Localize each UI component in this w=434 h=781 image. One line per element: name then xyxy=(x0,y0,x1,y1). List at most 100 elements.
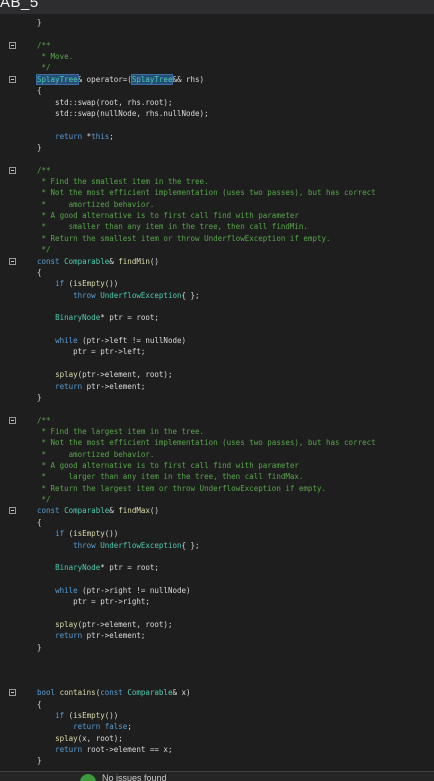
code-token: return xyxy=(55,631,83,641)
code-token: */ xyxy=(37,63,51,73)
code-token: { xyxy=(37,86,42,96)
code-token: } xyxy=(37,18,42,27)
code-token: { }; xyxy=(181,540,200,550)
code-line: */ xyxy=(37,62,51,73)
code-line: if (isEmpty()) xyxy=(37,710,118,721)
code-token: * xyxy=(82,131,92,141)
code-token: * Find the smallest item in the tree. xyxy=(37,177,209,187)
code-token: * Find the largest item in the tree. xyxy=(37,426,205,436)
code-token: throw xyxy=(73,290,96,300)
code-token: && rhs) xyxy=(172,74,205,84)
code-token: Comparable xyxy=(64,256,110,266)
status-ok-icon xyxy=(80,774,96,781)
code-line: * Not the most efficient implementation … xyxy=(37,187,376,198)
code-line: ptr = ptr->left; xyxy=(37,346,145,357)
code-token: ptr->element; xyxy=(82,381,146,391)
code-token: findMax xyxy=(118,506,150,516)
code-token: */ xyxy=(37,495,51,505)
code-token: * ptr = root; xyxy=(100,563,159,573)
code-line: } xyxy=(37,642,42,653)
code-line: * amortized behavior. xyxy=(37,449,155,460)
fold-toggle-icon[interactable] xyxy=(9,507,16,515)
code-token: return xyxy=(55,381,83,391)
code-token: std::swap(root, rhs.root); xyxy=(37,97,173,107)
code-token: ( xyxy=(64,529,74,539)
code-line: const Comparable& findMax() xyxy=(37,505,159,516)
code-line: throw UnderflowException{ }; xyxy=(37,290,200,301)
fold-toggle-icon[interactable] xyxy=(9,257,16,265)
code-line: return false; xyxy=(37,721,132,732)
code-token: UnderflowException xyxy=(100,290,182,300)
code-token: BinaryNode xyxy=(55,563,101,573)
code-line: throw UnderflowException{ }; xyxy=(37,540,200,551)
code-line: * smaller than any item in the tree, the… xyxy=(37,221,308,232)
code-token: ptr = ptr->right; xyxy=(37,597,150,607)
code-line: return *this; xyxy=(37,131,114,142)
code-line: * Return the largest item or throw Under… xyxy=(37,483,326,494)
fold-toggle-icon[interactable] xyxy=(9,166,16,174)
code-line: while (ptr->right != nullNode) xyxy=(37,585,190,596)
code-token: splay xyxy=(55,370,78,380)
code-line: std::swap(nullNode, rhs.nullNode); xyxy=(37,108,209,119)
code-token: * A good alternative is to first call fi… xyxy=(37,211,299,221)
code-token: (x, root); xyxy=(77,733,123,743)
code-line: while (ptr->left != nullNode) xyxy=(37,335,186,346)
code-editor[interactable]: }/** * Move. */SplayTree& operator=(Spla… xyxy=(0,14,434,771)
code-token: * A good alternative is to first call fi… xyxy=(37,461,299,471)
code-token: ()) xyxy=(104,529,119,539)
code-token: splay xyxy=(55,733,78,743)
code-token: { }; xyxy=(181,290,200,300)
code-token: & xyxy=(109,506,119,516)
code-line: const Comparable& findMin() xyxy=(37,256,159,267)
fold-toggle-icon[interactable] xyxy=(9,75,16,83)
code-token: () xyxy=(149,256,159,266)
code-token: } xyxy=(37,142,42,152)
fold-toggle-icon[interactable] xyxy=(9,689,16,697)
code-token: return xyxy=(55,131,83,141)
code-line: { xyxy=(37,85,42,96)
status-bar: No issues found xyxy=(0,771,434,781)
code-token: */ xyxy=(37,245,51,255)
code-token: if xyxy=(55,279,65,289)
code-token: ( xyxy=(64,710,74,720)
code-line: } xyxy=(37,142,42,153)
window-title: AB_5 xyxy=(0,0,39,11)
code-token: ( xyxy=(64,279,74,289)
code-token: this xyxy=(91,131,110,141)
code-token: const xyxy=(100,688,123,698)
code-token: BinaryNode xyxy=(55,313,101,323)
code-line: return ptr->element; xyxy=(37,381,145,392)
code-token: return xyxy=(55,745,83,755)
code-token: ; xyxy=(109,131,114,141)
code-token: (ptr->left != nullNode) xyxy=(77,336,187,346)
code-token: while xyxy=(55,336,78,346)
fold-toggle-icon[interactable] xyxy=(9,41,16,49)
code-line: */ xyxy=(37,494,51,505)
code-line: } xyxy=(37,755,42,766)
code-token: & operator=( xyxy=(77,74,132,84)
code-token: return xyxy=(73,722,101,732)
code-line: * larger than any item in the tree, then… xyxy=(37,471,304,482)
code-line: * Find the smallest item in the tree. xyxy=(37,176,209,187)
code-token: /** xyxy=(37,40,51,50)
code-line: * amortized behavior. xyxy=(37,199,155,210)
code-token: { xyxy=(37,517,42,527)
code-token: * Not the most efficient implementation … xyxy=(37,438,376,448)
code-line: } xyxy=(37,17,42,28)
code-token: * Not the most efficient implementation … xyxy=(37,188,376,198)
code-token: * amortized behavior. xyxy=(37,199,155,209)
fold-toggle-icon[interactable] xyxy=(9,416,16,424)
code-line: * Move. xyxy=(37,51,74,62)
code-token: (ptr->element, root); xyxy=(77,370,173,380)
code-token: isEmpty xyxy=(73,710,105,720)
code-line: * Return the smallest item or throw Unde… xyxy=(37,233,331,244)
code-line: bool contains(const Comparable& x) xyxy=(37,687,191,698)
code-line: splay(x, root); xyxy=(37,733,123,744)
